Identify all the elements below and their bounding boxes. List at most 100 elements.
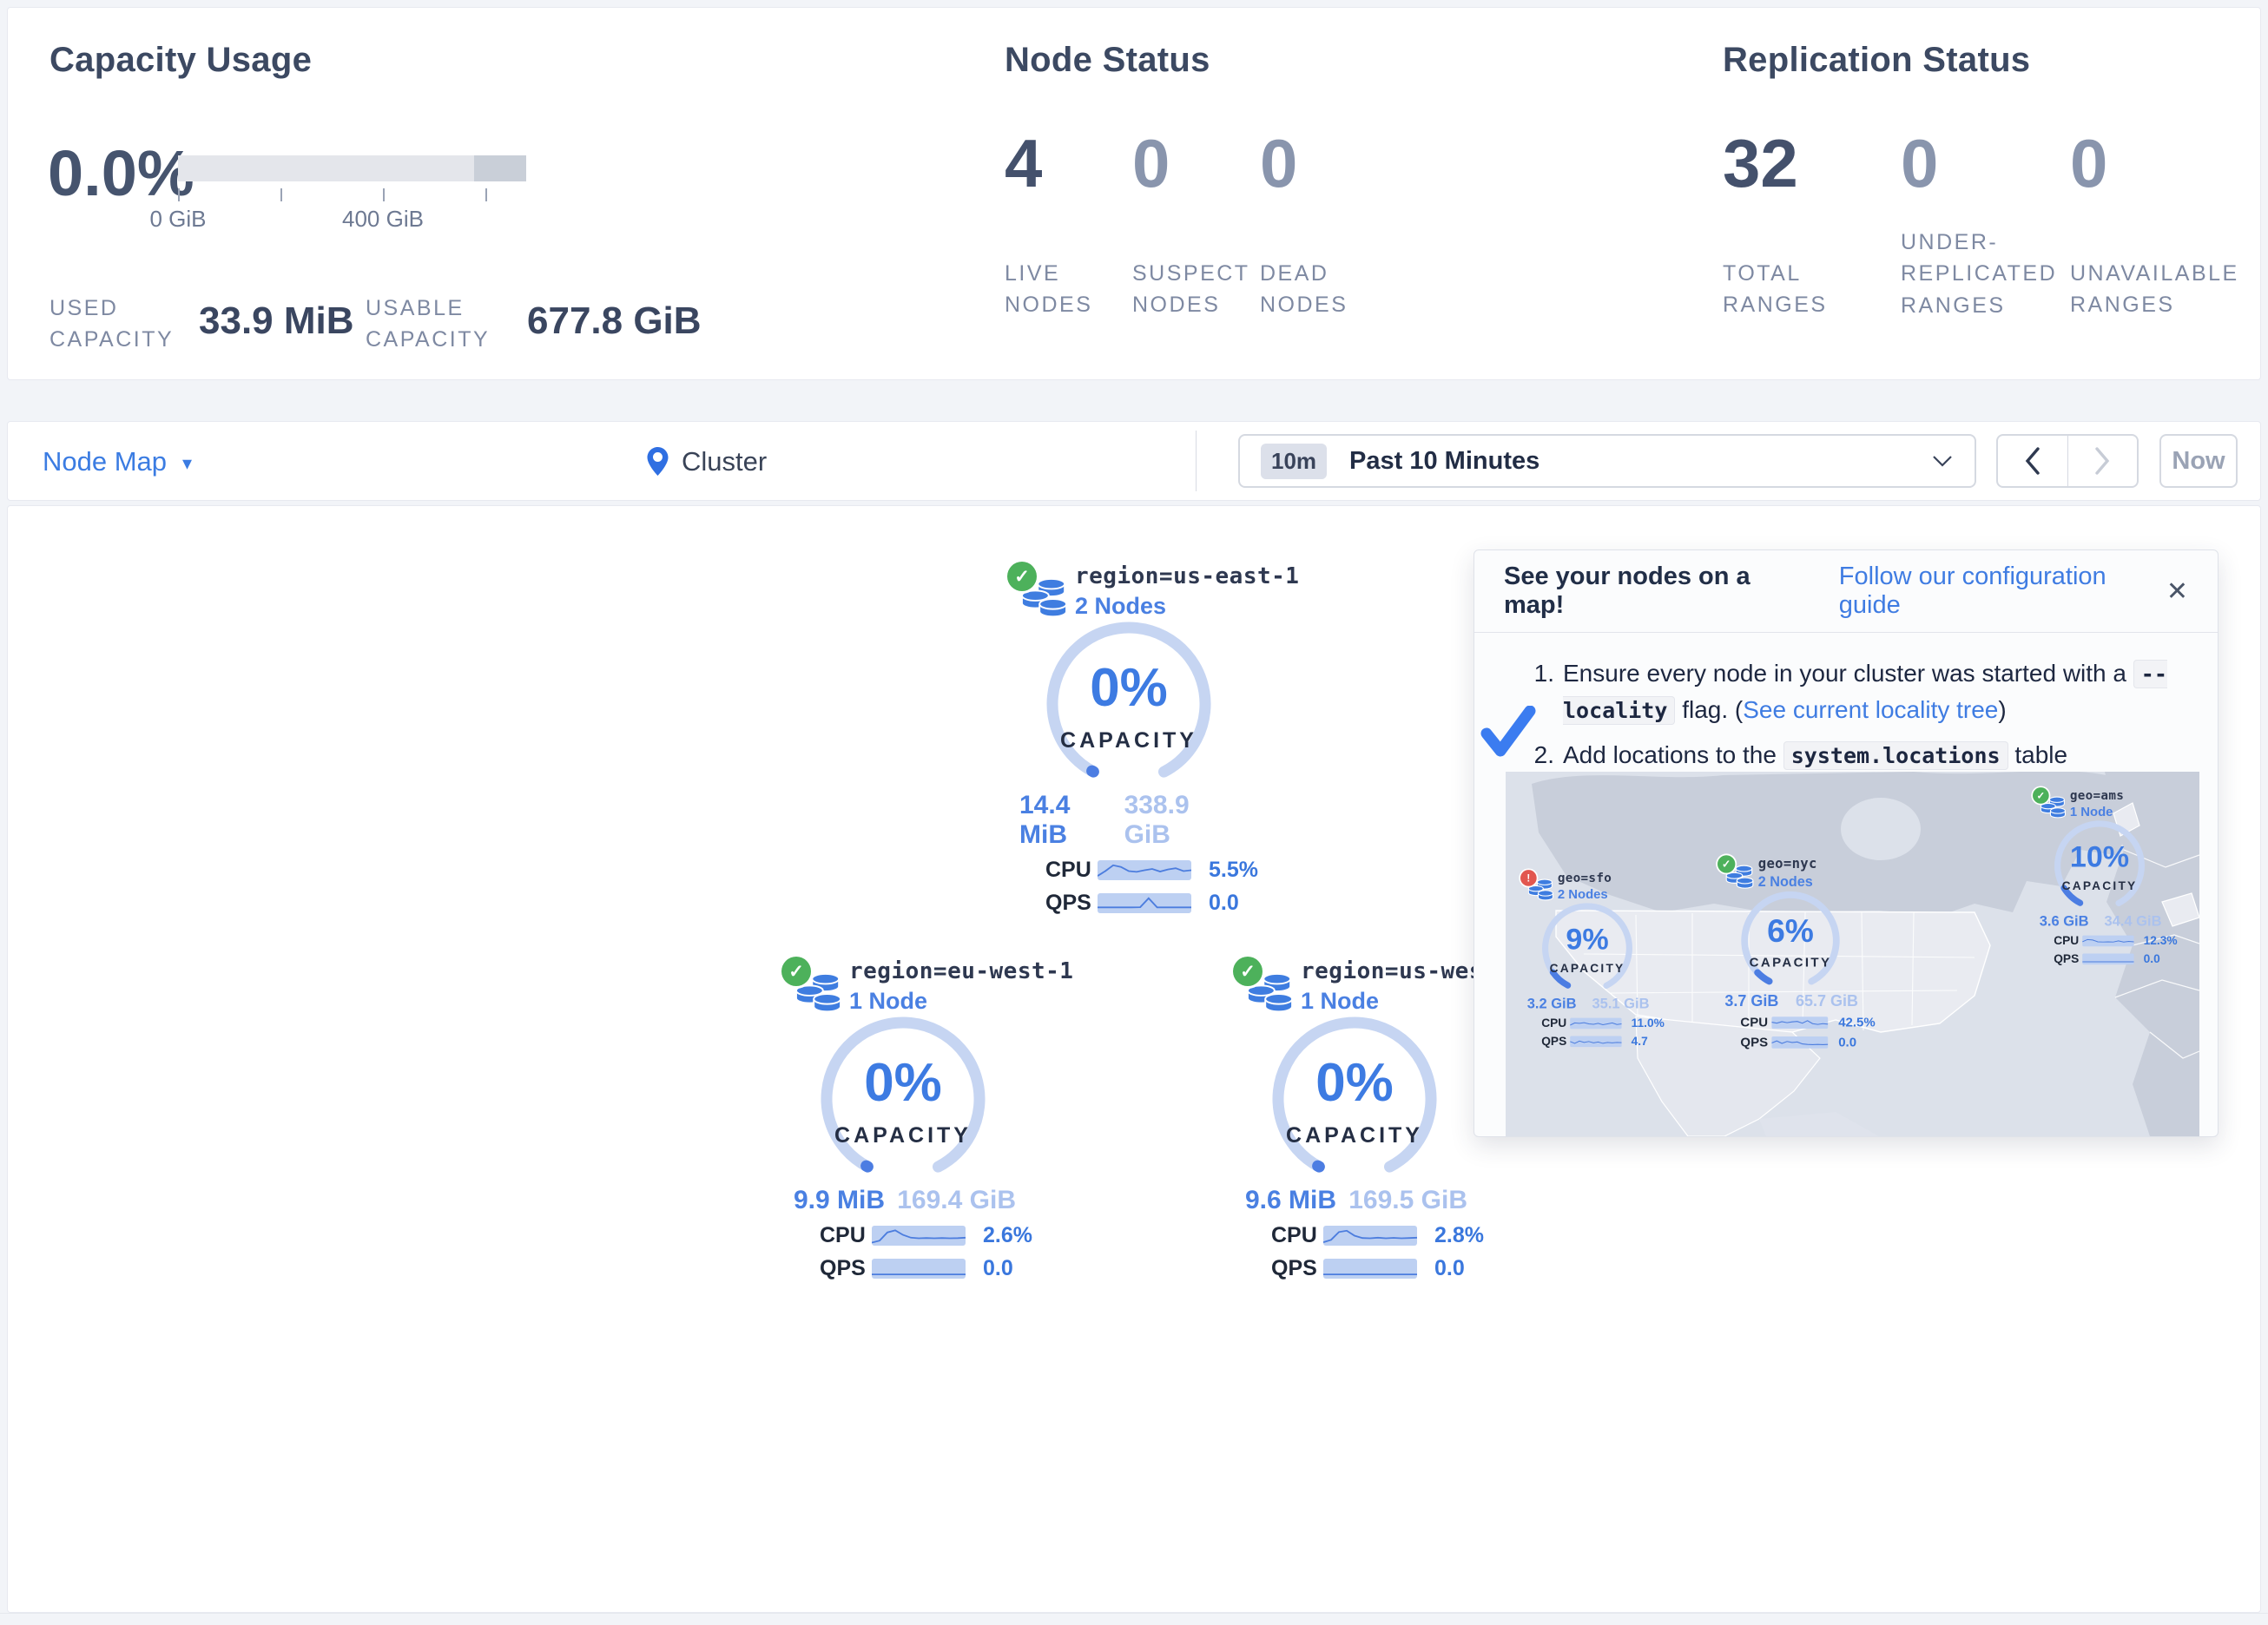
map-pin-icon xyxy=(646,446,669,477)
map-toolbar: Node Map ▾ Cluster 10m Past 10 Minutes xyxy=(7,421,2261,501)
example-region-nodes-layer: ! geo=sfo 2 Nodes 9% CAPACITY 3.2 G xyxy=(1506,772,2199,1136)
region-node-count[interactable]: 2 Nodes xyxy=(1758,874,1879,891)
region-node-nyc[interactable]: ✓ geo=nyc 2 Nodes 6% CAPACITY 3.7 G xyxy=(1717,854,1879,1050)
time-next-button[interactable] xyxy=(2068,436,2138,486)
configuration-guide-link[interactable]: Follow our configuration guide xyxy=(1839,562,2166,620)
cpu-sparkline xyxy=(2082,936,2133,947)
cpu-value: 42.5% xyxy=(1838,1015,1876,1030)
qps-value: 0.0 xyxy=(1209,891,1239,916)
cpu-metric-row: CPU 2.8% xyxy=(1271,1223,1502,1248)
qps-sparkline xyxy=(872,1259,966,1279)
capacity-gauge-label: CAPACITY xyxy=(1233,1123,1476,1148)
qps-sparkline xyxy=(1771,1036,1828,1049)
time-range-select[interactable]: 10m Past 10 Minutes xyxy=(1238,434,1976,488)
capacity-gauge: 10% CAPACITY xyxy=(2033,824,2166,904)
region-total-capacity: 65.7 GiB xyxy=(1796,993,1858,1010)
region-locality-label: geo=ams xyxy=(2070,788,2181,803)
breadcrumb[interactable]: Cluster xyxy=(646,422,767,502)
unavailable-ranges-stat: 0 UNAVAILABLE RANGES xyxy=(2070,129,2107,197)
region-node-sfo[interactable]: ! geo=sfo 2 Nodes 9% CAPACITY 3.2 G xyxy=(1520,869,1669,1049)
region-node-us-west-1[interactable]: ✓ region=us-west-1 1 Node 0% CAPACITY xyxy=(1233,955,1502,1281)
capacity-gauge: 0% CAPACITY xyxy=(1233,1023,1476,1168)
region-node-count[interactable]: 2 Nodes xyxy=(1075,593,1276,620)
capacity-percent: 0% xyxy=(1007,657,1250,719)
status-icon: ! xyxy=(1520,870,1537,886)
cpu-label: CPU xyxy=(1740,1015,1771,1030)
qps-sparkline xyxy=(1323,1259,1417,1279)
capacity-bar-chart: 0 GiB 400 GiB xyxy=(178,155,526,251)
close-icon[interactable]: ✕ xyxy=(2166,576,2188,607)
region-node-us-east-1[interactable]: ✓ region=us-east-1 2 Nodes 0% CAPACITY xyxy=(1007,560,1276,916)
qps-label: QPS xyxy=(1740,1035,1771,1049)
cpu-value: 12.3% xyxy=(2144,934,2178,948)
qps-sparkline xyxy=(1098,893,1191,913)
region-locality-label: region=us-east-1 xyxy=(1075,563,1276,589)
qps-metric-row: QPS 0.0 xyxy=(1271,1256,1502,1281)
capacity-used-percent: 0.0% xyxy=(48,136,194,210)
capacity-gauge: 6% CAPACITY xyxy=(1717,895,1863,983)
qps-value: 0.0 xyxy=(983,1256,1013,1281)
region-node-count[interactable]: 1 Node xyxy=(1301,988,1502,1015)
used-capacity-value: 33.9 MiB xyxy=(199,299,354,343)
used-capacity-label: USED CAPACITY xyxy=(49,293,171,356)
region-total-capacity: 35.1 GiB xyxy=(1592,996,1649,1012)
axis-tick xyxy=(280,188,282,201)
qps-metric-row: QPS 0.0 xyxy=(1045,891,1276,916)
cpu-sparkline xyxy=(872,1226,966,1246)
breadcrumb-label: Cluster xyxy=(682,446,767,477)
cpu-sparkline xyxy=(1771,1016,1828,1029)
status-icon: ✓ xyxy=(781,957,811,986)
capacity-bar-track xyxy=(178,155,526,181)
capacity-gauge-label: CAPACITY xyxy=(781,1123,1025,1148)
qps-sparkline xyxy=(1570,1036,1621,1048)
capacity-gauge: 0% CAPACITY xyxy=(1007,628,1250,773)
region-node-ams[interactable]: ✓ geo=ams 1 Node 10% CAPACITY 3.6 G xyxy=(2033,786,2181,966)
cluster-overview-page: Capacity Usage 0.0% 0 GiB 400 GiB USED C… xyxy=(0,0,2268,1625)
region-header: ✓ geo=ams 1 Node xyxy=(2033,786,2181,823)
cpu-sparkline xyxy=(1323,1226,1417,1246)
qps-label: QPS xyxy=(1045,891,1098,916)
qps-label: QPS xyxy=(2054,952,2082,966)
chevron-right-icon xyxy=(2093,446,2112,476)
blue-checkmark-icon xyxy=(1480,706,1537,758)
region-node-count[interactable]: 1 Node xyxy=(2070,805,2181,819)
locality-tree-link[interactable]: See current locality tree xyxy=(1743,696,1998,723)
time-range-badge: 10m xyxy=(1261,444,1327,479)
qps-label: QPS xyxy=(1541,1035,1570,1049)
time-prev-button[interactable] xyxy=(1998,436,2068,486)
popup-header: See your nodes on a map! Follow our conf… xyxy=(1474,550,2218,633)
region-node-eu-west-1[interactable]: ✓ region=eu-west-1 1 Node 0% CAPACITY xyxy=(781,955,1051,1281)
view-selector-dropdown[interactable]: Node Map ▾ xyxy=(43,422,192,502)
status-icon: ✓ xyxy=(1007,562,1037,591)
now-button[interactable]: Now xyxy=(2159,434,2238,488)
qps-metric-row: QPS 4.7 xyxy=(1541,1035,1668,1049)
popup-title: See your nodes on a map! xyxy=(1504,562,1810,620)
live-nodes-stat: 4 LIVE NODES xyxy=(1005,129,1042,197)
cpu-metric-row: CPU 5.5% xyxy=(1045,858,1276,883)
example-node-map-image: ! geo=sfo 2 Nodes 9% CAPACITY 3.2 G xyxy=(1506,772,2199,1136)
region-node-count[interactable]: 1 Node xyxy=(849,988,1051,1015)
qps-value: 0.0 xyxy=(1434,1256,1465,1281)
chevron-down-icon xyxy=(1931,454,1954,468)
region-used-capacity: 3.6 GiB xyxy=(2040,913,2089,930)
region-total-capacity: 169.4 GiB xyxy=(897,1186,1016,1215)
cpu-sparkline xyxy=(1570,1018,1621,1030)
qps-metric-row: QPS 0.0 xyxy=(820,1256,1051,1281)
capacity-gauge: 0% CAPACITY xyxy=(781,1023,1025,1168)
capacity-gauge-label: CAPACITY xyxy=(2033,879,2166,893)
region-used-capacity: 14.4 MiB xyxy=(1019,791,1124,850)
cpu-label: CPU xyxy=(1541,1016,1570,1030)
time-range-label: Past 10 Minutes xyxy=(1349,447,1539,476)
cpu-label: CPU xyxy=(1045,858,1098,883)
bottom-strip xyxy=(0,1613,2268,1625)
cpu-sparkline xyxy=(1098,860,1191,880)
capacity-percent: 9% xyxy=(1520,923,1654,957)
region-node-count[interactable]: 2 Nodes xyxy=(1558,887,1669,902)
cpu-label: CPU xyxy=(820,1223,872,1248)
region-header: ✓ region=eu-west-1 1 Node xyxy=(781,955,1051,1021)
qps-sparkline xyxy=(2082,954,2133,965)
cpu-label: CPU xyxy=(1271,1223,1323,1248)
region-used-capacity: 3.7 GiB xyxy=(1724,993,1778,1010)
region-header: ✓ region=us-east-1 2 Nodes xyxy=(1007,560,1276,626)
capacity-gauge-label: CAPACITY xyxy=(1520,962,1654,976)
